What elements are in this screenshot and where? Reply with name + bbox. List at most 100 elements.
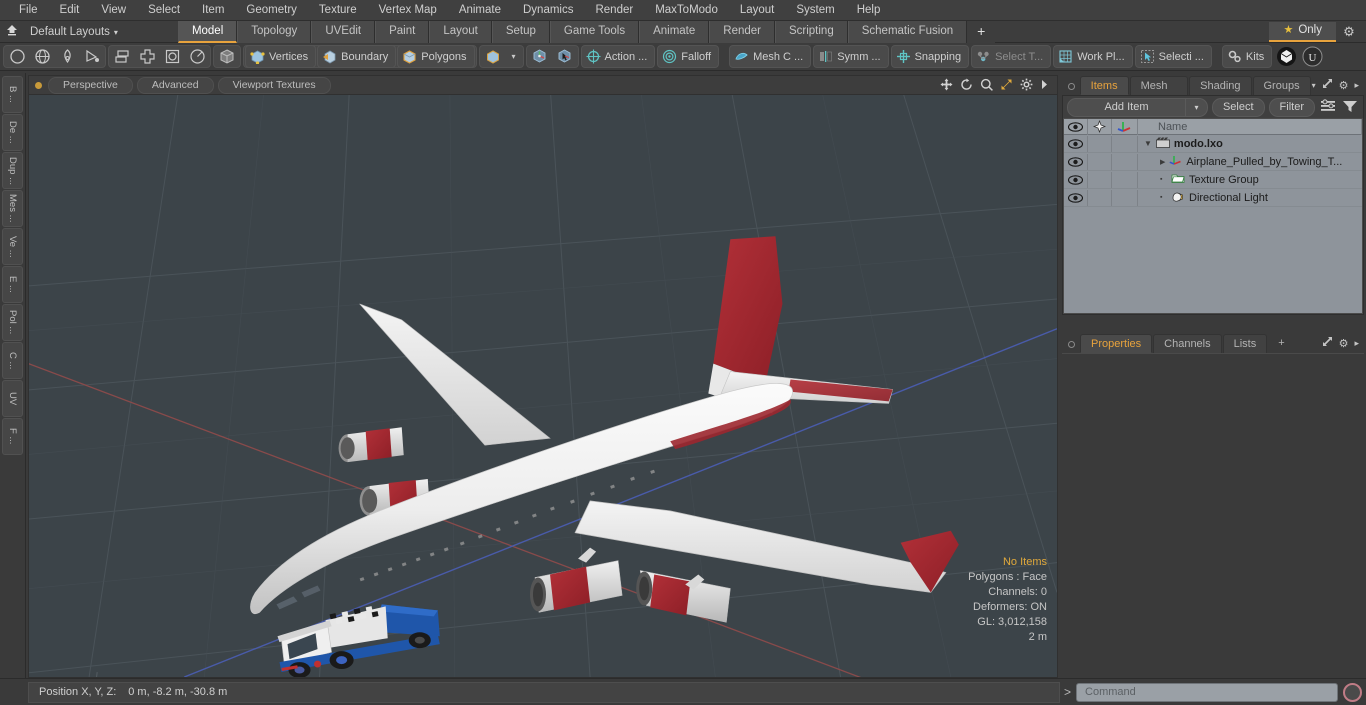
record-icon[interactable] (1343, 682, 1362, 702)
tab-render[interactable]: Render (709, 20, 775, 43)
vtab-duplicate[interactable]: Dup ... (2, 152, 23, 189)
curve-icon[interactable] (80, 46, 104, 67)
vtab-vertex[interactable]: Ve ... (2, 228, 23, 265)
menu-item-dynamics[interactable]: Dynamics (512, 0, 584, 21)
row-name-cell[interactable]: ▪ Texture Group (1138, 172, 1362, 187)
menu-item-item[interactable]: Item (191, 0, 235, 21)
add-properties-tab[interactable]: + (1268, 334, 1295, 353)
menu-item-geometry[interactable]: Geometry (235, 0, 308, 21)
menu-item-layout[interactable]: Layout (729, 0, 786, 21)
tab-schematic-fusion[interactable]: Schematic Fusion (847, 20, 968, 43)
row-lock-cell[interactable] (1088, 171, 1112, 188)
row-lock-cell[interactable] (1088, 135, 1112, 152)
menu-item-view[interactable]: View (90, 0, 137, 21)
expander-icon[interactable]: ▶ (1160, 158, 1165, 166)
unreal-icon[interactable]: U (1300, 46, 1324, 67)
falloff-button[interactable]: Falloff (657, 45, 720, 68)
globe-icon[interactable] (30, 46, 54, 67)
menu-item-edit[interactable]: Edit (49, 0, 91, 21)
cube-icon[interactable] (215, 46, 239, 67)
tab-properties[interactable]: Properties (1080, 334, 1153, 353)
menu-item-vertex-map[interactable]: Vertex Map (368, 0, 448, 21)
radial-icon[interactable] (185, 46, 209, 67)
row-axis-cell[interactable] (1112, 153, 1138, 170)
tab-layout[interactable]: Layout (429, 20, 492, 43)
selection-sets-button[interactable]: Selecti ... (1134, 45, 1212, 68)
vertices-mode-button[interactable]: Vertices (245, 45, 317, 68)
viewport-textures-button[interactable]: Viewport Textures (217, 76, 331, 94)
select-through-button[interactable]: Select T... (971, 45, 1052, 68)
vtab-deform[interactable]: De ... (2, 114, 23, 151)
menu-item-animate[interactable]: Animate (448, 0, 512, 21)
table-row[interactable]: ▼ modo.lxo (1064, 135, 1362, 153)
center-icon[interactable] (135, 46, 159, 67)
tab-groups[interactable]: Groups (1252, 76, 1311, 95)
vtab-basic[interactable]: B ... (2, 76, 23, 113)
tab-animate[interactable]: Animate (639, 20, 710, 43)
only-toggle-button[interactable]: ★ Only (1269, 21, 1336, 42)
expand-icon[interactable] (1322, 336, 1333, 350)
viewport-shading-button[interactable]: Advanced (136, 76, 214, 94)
vtab-polygon[interactable]: Pol ... (2, 304, 23, 341)
snapping-button[interactable]: Snapping (890, 45, 970, 68)
tab-paint[interactable]: Paint (375, 20, 430, 43)
more-icon[interactable] (1040, 78, 1049, 93)
list-options-icon[interactable] (1319, 98, 1337, 117)
modo-sphere-icon[interactable] (1274, 46, 1298, 67)
3d-viewport[interactable]: Y X Z No Items Polygons : Face Channels:… (28, 94, 1058, 678)
row-axis-cell[interactable] (1112, 135, 1138, 152)
menu-item-texture[interactable]: Texture (308, 0, 368, 21)
row-visibility-toggle[interactable] (1064, 135, 1088, 152)
tab-shading[interactable]: Shading (1189, 76, 1252, 95)
select-button[interactable]: Select (1211, 97, 1265, 117)
symmetry-button[interactable]: Symm ... (813, 45, 889, 68)
axis-gizmo-icon[interactable] (528, 46, 552, 67)
menu-item-help[interactable]: Help (846, 0, 892, 21)
zoom-icon[interactable] (980, 78, 993, 93)
tab-uvedit[interactable]: UVEdit (311, 20, 376, 43)
pan-icon[interactable] (940, 78, 953, 93)
row-name-cell[interactable]: ▶ Airplane_Pulled_by_Towing_T... (1138, 154, 1362, 169)
work-plane-button[interactable]: Work Pl... (1053, 45, 1133, 68)
vtab-fusion[interactable]: F ... (2, 418, 23, 455)
menu-item-render[interactable]: Render (584, 0, 644, 21)
layouts-dropdown[interactable]: Default Layouts ▾ (24, 26, 134, 38)
expander-icon[interactable]: ▼ (1144, 139, 1152, 148)
viewport-projection-button[interactable]: Perspective (48, 76, 133, 94)
row-visibility-toggle[interactable] (1064, 153, 1088, 170)
action-center-button[interactable]: Action ... (580, 45, 656, 68)
settings-icon[interactable] (1020, 78, 1033, 93)
row-visibility-toggle[interactable] (1064, 171, 1088, 188)
add-item-dropdown[interactable]: ▾ (1185, 97, 1208, 117)
menu-item-maxtomodo[interactable]: MaxToModo (644, 0, 729, 21)
tab-channels[interactable]: Channels (1153, 334, 1222, 353)
material-cube-icon[interactable] (481, 46, 505, 67)
row-lock-cell[interactable] (1088, 153, 1112, 170)
tab-game-tools[interactable]: Game Tools (549, 20, 640, 43)
chevron-down-icon[interactable]: ▾ (1312, 81, 1316, 90)
command-input[interactable]: Command (1076, 682, 1338, 702)
gear-icon[interactable]: ⚙ (1336, 24, 1362, 40)
circle-icon[interactable] (5, 46, 29, 67)
polygons-mode-button[interactable]: Polygons (397, 45, 475, 68)
menu-item-file[interactable]: File (8, 0, 49, 21)
home-up-icon[interactable] (0, 24, 24, 39)
mesh-constraint-button[interactable]: Mesh C ... (729, 45, 812, 68)
more-icon[interactable]: ▸ (1354, 80, 1359, 91)
pen-icon[interactable] (55, 46, 79, 67)
filter-button[interactable]: Filter (1268, 97, 1315, 117)
vtab-edge[interactable]: E ... (2, 266, 23, 303)
tab-model[interactable]: Model (177, 20, 238, 43)
row-visibility-toggle[interactable] (1064, 189, 1088, 206)
gear-icon[interactable]: ⚙ (1339, 79, 1349, 92)
row-axis-cell[interactable] (1112, 189, 1138, 206)
add-item-button[interactable]: Add Item (1067, 97, 1186, 117)
tab-scripting[interactable]: Scripting (774, 20, 848, 43)
more-icon[interactable]: ▸ (1354, 338, 1359, 349)
menu-item-select[interactable]: Select (137, 0, 191, 21)
tab-topology[interactable]: Topology (237, 20, 312, 43)
vtab-mesh[interactable]: Mes ... (2, 190, 23, 227)
rotate-icon[interactable] (960, 78, 973, 93)
gear-icon[interactable]: ⚙ (1339, 337, 1349, 350)
tab-mesh-ops[interactable]: Mesh ... (1129, 76, 1189, 110)
